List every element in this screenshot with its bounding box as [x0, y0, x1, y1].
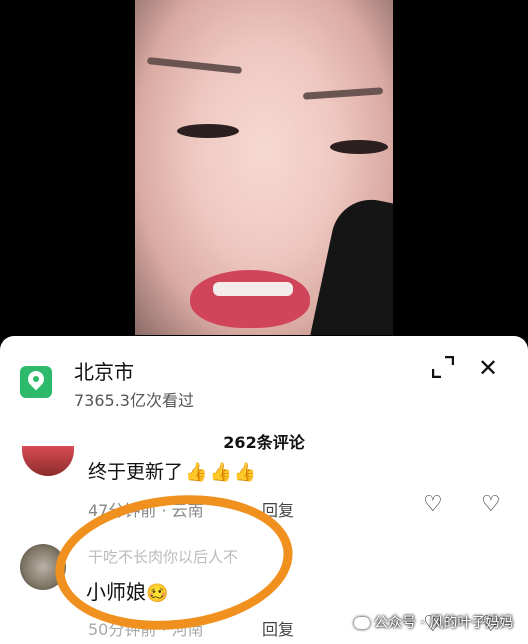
video-frame	[135, 0, 393, 335]
face-brow-left	[146, 57, 243, 74]
location-views: 7365.3亿次看过	[74, 391, 194, 410]
thumbs-up-icon: 👍	[209, 462, 232, 483]
face-brow-right	[302, 87, 384, 100]
avatar[interactable]	[22, 446, 74, 476]
thumbs-up-icon: 👍	[233, 462, 257, 483]
woozy-face-icon: 🥴	[146, 583, 169, 604]
expand-icon[interactable]	[432, 356, 454, 378]
comment-username[interactable]: 干吃不长肉你以后人不	[88, 546, 238, 567]
wechat-icon	[354, 617, 370, 629]
comments-panel: 北京市 7365.3亿次看过 ✕ 262条评论 终于更新了 👍 👍 👍 47分钟前 ·…	[0, 336, 528, 644]
face-lips	[190, 270, 310, 328]
watermark-text: 公众号 · 风的叶子妈妈	[374, 615, 514, 631]
watermark: 公众号 · 风的叶子妈妈	[354, 612, 513, 632]
avatar[interactable]	[20, 544, 66, 590]
comment-text: 终于更新了 👍 👍 👍	[88, 457, 256, 484]
comment-meta: 50分钟前 · 河南	[88, 620, 204, 639]
like-icon[interactable]: ♡	[423, 492, 443, 517]
face-eye-right	[330, 140, 388, 154]
face-hair	[307, 192, 393, 335]
comment-meta: 47分钟前 · 云南	[88, 501, 204, 520]
reply-button[interactable]: 回复	[262, 616, 294, 640]
dislike-icon[interactable]: ♡	[481, 492, 501, 517]
thumbs-up-icon: 👍	[185, 462, 208, 483]
video-area[interactable]	[0, 0, 528, 335]
comment-body: 小师娘	[86, 580, 146, 604]
comment-body: 终于更新了	[88, 461, 184, 483]
location-pin-icon	[20, 366, 52, 398]
reply-button[interactable]: 回复	[262, 497, 294, 521]
comment-count: 262条评论	[223, 433, 305, 452]
face-teeth	[213, 282, 293, 296]
face-eye-left	[177, 124, 239, 138]
location-title: 北京市	[74, 360, 134, 384]
close-icon[interactable]: ✕	[478, 354, 498, 382]
comment-text: 小师娘🥴	[86, 576, 168, 605]
